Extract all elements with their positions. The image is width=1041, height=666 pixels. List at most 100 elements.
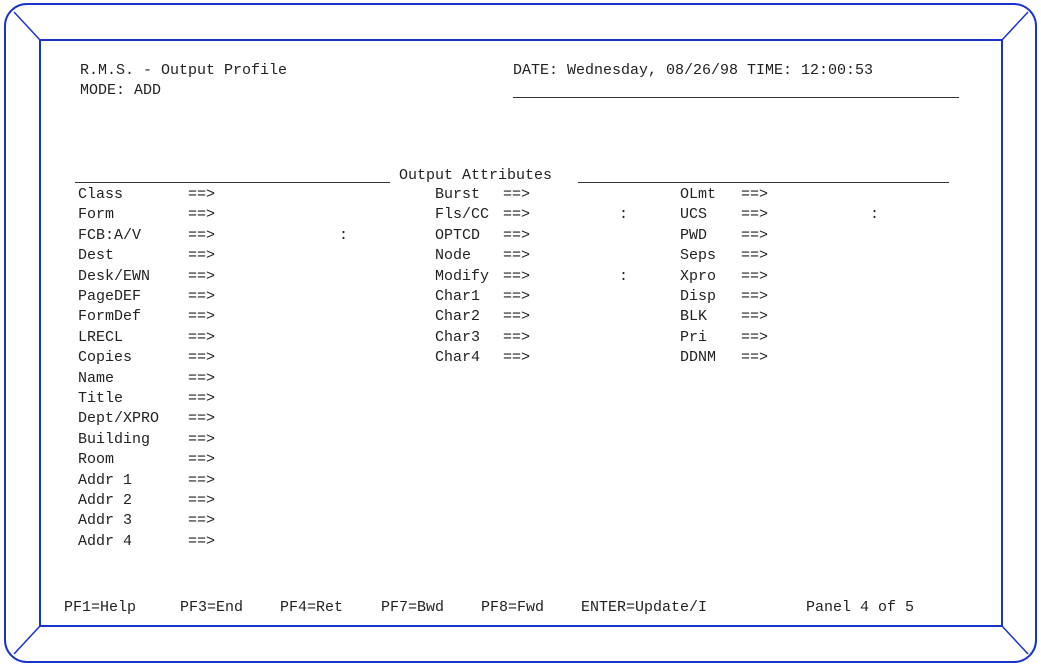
field-separator-colon: : (619, 206, 629, 224)
field-input-char2[interactable] (548, 308, 673, 325)
field-arrow: ==> (741, 308, 769, 326)
field-arrow: ==> (188, 328, 216, 346)
field-label-seps: Seps (680, 247, 717, 265)
field-input-node[interactable] (548, 247, 673, 264)
field-input-dept-xpro[interactable] (230, 410, 430, 427)
field-label-desk-ewn: Desk/EWN (78, 267, 151, 285)
field-arrow: ==> (503, 226, 531, 244)
field-input-addr-3[interactable] (230, 512, 430, 529)
field-label-ddnm: DDNM (680, 349, 717, 367)
field-label-ucs: UCS (680, 206, 708, 224)
field-input-xpro[interactable] (787, 268, 937, 285)
panel-indicator: Panel 4 of 5 (806, 599, 915, 616)
field-label-burst: Burst (435, 186, 481, 203)
field-arrow: ==> (188, 532, 216, 550)
field-label-pagedef: PageDEF (78, 288, 142, 305)
field-input-seps[interactable] (787, 247, 937, 264)
field-input-fcb-a-v[interactable] (230, 227, 430, 244)
field-label-lrecl: LRECL (78, 328, 124, 346)
field-arrow: ==> (188, 451, 216, 469)
field-input-title[interactable] (230, 390, 430, 407)
field-input-char4[interactable] (548, 349, 673, 366)
field-arrow: ==> (503, 288, 531, 305)
field-label-name: Name (78, 369, 115, 387)
field-input-room[interactable] (230, 451, 430, 468)
field-arrow: ==> (741, 267, 769, 285)
field-arrow: ==> (741, 288, 769, 305)
field-arrow: ==> (188, 288, 216, 305)
field-arrow: ==> (188, 430, 216, 448)
field-input-pagedef[interactable] (230, 288, 430, 305)
field-input-char3[interactable] (548, 329, 673, 346)
field-label-fls-cc: Fls/CC (435, 206, 490, 224)
field-input-lrecl[interactable] (230, 329, 430, 346)
field-input-burst[interactable] (548, 186, 673, 203)
function-key-pf7[interactable]: PF7=Bwd (381, 599, 444, 616)
field-arrow: ==> (741, 247, 769, 265)
field-input-form[interactable] (230, 206, 430, 223)
field-label-blk: BLK (680, 308, 708, 326)
field-arrow: ==> (188, 349, 216, 367)
screen-title: R.M.S. - Output Profile (80, 62, 288, 79)
section-rule-right (578, 182, 949, 183)
field-label-dept-xpro: Dept/XPRO (78, 410, 160, 428)
field-input-addr-1[interactable] (230, 472, 430, 489)
field-arrow: ==> (188, 492, 216, 509)
field-input-ucs[interactable] (787, 206, 937, 223)
field-input-pri[interactable] (787, 329, 937, 346)
field-input-name[interactable] (230, 370, 430, 387)
field-arrow: ==> (741, 186, 769, 203)
field-label-disp: Disp (680, 288, 717, 305)
field-input-building[interactable] (230, 431, 430, 448)
field-label-addr-4: Addr 4 (78, 532, 133, 550)
field-label-xpro: Xpro (680, 267, 717, 285)
function-key-pf1[interactable]: PF1=Help (64, 599, 136, 616)
section-rule-left (75, 182, 390, 183)
corner-line-bottom-left (13, 625, 41, 655)
field-arrow: ==> (741, 349, 769, 367)
function-key-pf4[interactable]: PF4=Ret (280, 599, 343, 616)
field-arrow: ==> (188, 247, 216, 265)
field-arrow: ==> (188, 308, 216, 326)
field-input-char1[interactable] (548, 288, 673, 305)
field-arrow: ==> (188, 512, 216, 530)
function-key-pf8[interactable]: PF8=Fwd (481, 599, 544, 616)
field-input-optcd[interactable] (548, 227, 673, 244)
field-input-class[interactable] (230, 186, 430, 203)
datetime-input-underline[interactable] (513, 97, 959, 98)
field-input-copies[interactable] (230, 349, 430, 366)
field-arrow: ==> (503, 267, 531, 285)
field-input-dest[interactable] (230, 247, 430, 264)
field-input-blk[interactable] (787, 308, 937, 325)
field-arrow: ==> (503, 247, 531, 265)
datetime-label: DATE: Wednesday, 08/26/98 TIME: 12:00:53 (513, 62, 874, 79)
field-arrow: ==> (188, 267, 216, 285)
field-input-olmt[interactable] (787, 186, 937, 203)
field-label-addr-1: Addr 1 (78, 471, 133, 489)
corner-line-top-right (1001, 11, 1029, 41)
field-input-pwd[interactable] (787, 227, 937, 244)
field-arrow: ==> (503, 328, 531, 346)
field-arrow: ==> (188, 390, 216, 407)
field-input-formdef[interactable] (230, 308, 430, 325)
function-key-pf3[interactable]: PF3=End (180, 599, 243, 616)
field-label-addr-2: Addr 2 (78, 492, 133, 509)
field-label-pri: Pri (680, 328, 708, 346)
field-label-char3: Char3 (435, 328, 481, 346)
field-arrow: ==> (741, 206, 769, 224)
section-title: Output Attributes (399, 167, 553, 184)
field-label-optcd: OPTCD (435, 226, 481, 244)
field-input-disp[interactable] (787, 288, 937, 305)
function-key-enter[interactable]: ENTER=Update/I (581, 599, 707, 616)
field-arrow: ==> (188, 369, 216, 387)
field-input-desk-ewn[interactable] (230, 268, 430, 285)
field-input-addr-4[interactable] (230, 533, 430, 550)
field-arrow: ==> (503, 186, 531, 203)
field-input-modify[interactable] (548, 268, 673, 285)
field-label-title: Title (78, 390, 124, 407)
field-separator-colon: : (339, 226, 349, 244)
field-label-pwd: PWD (680, 226, 708, 244)
field-input-ddnm[interactable] (787, 349, 937, 366)
field-input-fls-cc[interactable] (548, 206, 673, 223)
field-input-addr-2[interactable] (230, 492, 430, 509)
